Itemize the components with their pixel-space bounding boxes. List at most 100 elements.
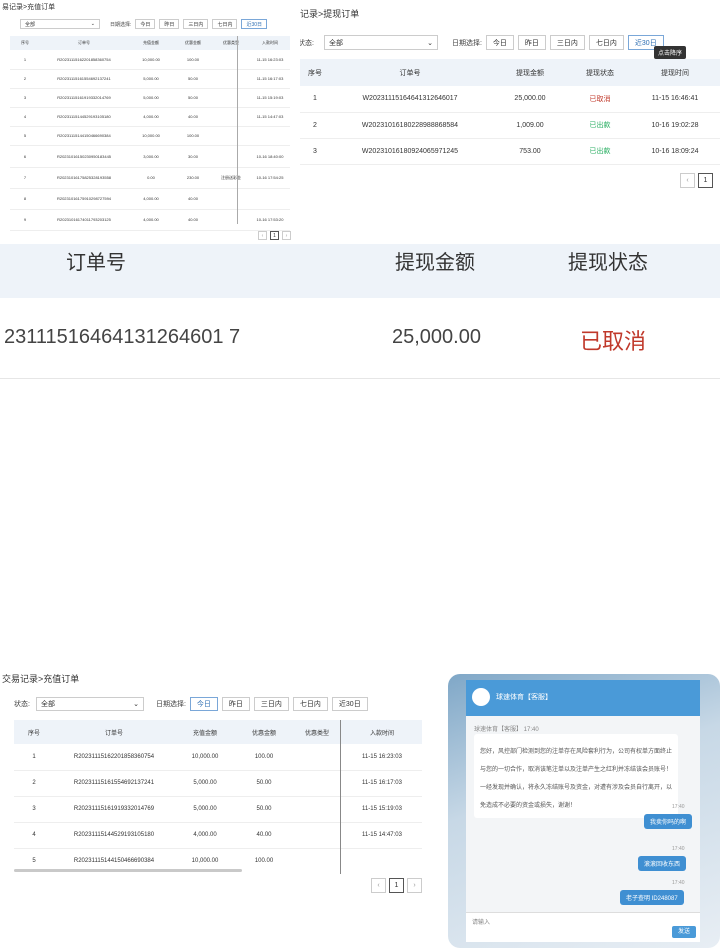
cell: 2 xyxy=(300,112,330,139)
cell: 1,009.00 xyxy=(490,112,570,139)
agent-message: 您好，风控部门检测到您的注单存在风险套利行为，公司有权单方面终止与您的一切合作，… xyxy=(474,734,678,818)
col-header-sortable[interactable]: 提现时间 xyxy=(630,59,720,86)
cell: 40.00 xyxy=(174,188,212,210)
cell: R20231115161919332014769 xyxy=(40,88,128,108)
cell: 3 xyxy=(300,138,330,165)
date-btn-3days[interactable]: 三日内 xyxy=(549,35,585,50)
col-header[interactable]: 订单号 xyxy=(40,36,128,50)
filter-bar: 全部 ⌄ 日期选择: 今日 昨日 三日内 七日内 近30日 xyxy=(20,19,268,29)
cell: 50.00 xyxy=(174,69,212,89)
col-header[interactable]: 优惠类型 xyxy=(212,36,250,50)
status-value: 全部 xyxy=(328,39,343,47)
col-header[interactable]: 订单号 xyxy=(54,720,174,744)
date-btn-today[interactable]: 今日 xyxy=(135,19,156,29)
date-btn-30days[interactable]: 近30日 xyxy=(241,19,268,29)
col-header[interactable]: 入款时间 xyxy=(342,720,422,744)
send-button[interactable]: 发送 xyxy=(672,926,696,938)
cell: 10,000.00 xyxy=(128,126,174,146)
date-btn-3days[interactable]: 三日内 xyxy=(183,19,209,29)
table-row: 4 R20231115144529193105180 4,000.00 40.00 11… xyxy=(14,822,422,849)
cell: 2 xyxy=(14,770,54,797)
col-header[interactable]: 入款时间 xyxy=(250,36,290,50)
prev-page-button[interactable]: ‹ xyxy=(258,231,267,240)
date-btn-today[interactable]: 今日 xyxy=(485,35,514,50)
col-header[interactable]: 优惠金额 xyxy=(236,720,292,744)
cell: 7 xyxy=(10,167,40,189)
cell: 40.00 xyxy=(236,822,292,849)
table-row: 3 W20231016180924065971245 753.00 已出款 10-16 … xyxy=(300,138,720,165)
chat-title: 球速体育【客服】 xyxy=(496,694,552,701)
cell: 4,000.00 xyxy=(128,188,174,210)
status-select[interactable]: 全部 ⌄ xyxy=(323,35,438,50)
page-1-button[interactable]: 1 xyxy=(389,878,404,893)
chat-input[interactable]: 请输入 xyxy=(466,912,700,942)
next-page-button[interactable]: › xyxy=(282,231,291,240)
next-page-button[interactable]: › xyxy=(407,878,422,893)
page-1-button[interactable]: 1 xyxy=(270,231,279,240)
cell: 4 xyxy=(14,822,54,849)
date-label: 日期选择: xyxy=(451,39,482,47)
zoom-status-cancelled: 已取消 xyxy=(580,329,647,354)
status-paid: 已出款 xyxy=(570,112,630,139)
cell: R20231115144529193105180 xyxy=(40,107,128,127)
col-header[interactable]: 序号 xyxy=(10,36,40,50)
cell: 3 xyxy=(14,796,54,823)
date-btn-yesterday[interactable]: 昨日 xyxy=(221,697,250,711)
cell xyxy=(292,848,342,874)
date-btn-7days[interactable]: 七日内 xyxy=(292,697,328,711)
page-1-button[interactable]: 1 xyxy=(698,173,713,188)
col-header[interactable]: 订单号 xyxy=(330,59,490,86)
col-header[interactable]: 充值金额 xyxy=(174,720,236,744)
pagination: ‹ 1 › xyxy=(371,878,422,893)
date-btn-7days[interactable]: 七日内 xyxy=(588,35,624,50)
cell: 5,000.00 xyxy=(174,770,236,797)
status-select[interactable]: 全部 ⌄ xyxy=(35,697,144,711)
breadcrumb: 交易记录>充值订单 xyxy=(2,674,80,684)
prev-page-button[interactable]: ‹ xyxy=(680,173,695,188)
col-header[interactable]: 充值金额 xyxy=(128,36,174,50)
cell: 4 xyxy=(10,107,40,127)
col-header[interactable]: 序号 xyxy=(300,59,330,86)
date-btn-7days[interactable]: 七日内 xyxy=(212,19,238,29)
cell: 9 xyxy=(10,209,40,231)
cell xyxy=(212,88,250,108)
date-label: 日期选择: xyxy=(155,701,186,708)
date-btn-3days[interactable]: 三日内 xyxy=(253,697,289,711)
status-select[interactable]: 全部 ⌄ xyxy=(20,19,100,29)
cell xyxy=(212,145,250,168)
horizontal-scrollbar[interactable] xyxy=(14,869,242,872)
time-2: 17:40 xyxy=(672,846,685,852)
cell: R20231115144529193105180 xyxy=(54,822,174,849)
col-header[interactable]: 优惠类型 xyxy=(292,720,342,744)
date-btn-yesterday[interactable]: 昨日 xyxy=(159,19,180,29)
cell xyxy=(250,126,290,146)
col-header[interactable]: 提现状态 xyxy=(570,59,630,86)
date-btn-today[interactable]: 今日 xyxy=(189,697,218,711)
cell: 30.00 xyxy=(174,145,212,168)
prev-page-button[interactable]: ‹ xyxy=(371,878,386,893)
cell: 11-15 16:23:03 xyxy=(342,744,422,771)
status-label: 状态: xyxy=(300,39,314,47)
status-label: 状态: xyxy=(14,701,30,708)
cell xyxy=(212,50,250,70)
col-header[interactable]: 提现金额 xyxy=(490,59,570,86)
col-header[interactable]: 优惠金额 xyxy=(174,36,212,50)
table-row: 1 R20231115162201858360754 10,000.00 100.00… xyxy=(14,744,422,771)
cell xyxy=(212,126,250,146)
cell: 1 xyxy=(14,744,54,771)
date-btn-yesterday[interactable]: 昨日 xyxy=(517,35,546,50)
chat-header: 球速体育【客服】 xyxy=(466,680,700,716)
cell: 注册送彩金 xyxy=(212,167,250,189)
cell: 5 xyxy=(10,126,40,146)
recharge-table-small: 序号 订单号 充值金额 优惠金额 优惠类型 入款时间 1 R20231115162… xyxy=(10,36,290,231)
table-row: 1 R20231115162201858360754 10,000.00 100.00… xyxy=(10,50,290,70)
cell: 1 xyxy=(300,86,330,113)
cell: R20231115161919332014769 xyxy=(54,796,174,823)
breadcrumb: 易记录>充值订单 xyxy=(2,4,56,11)
cell: 4,000.00 xyxy=(128,107,174,127)
cell: 10-16 19:02:28 xyxy=(630,112,720,139)
date-btn-30days[interactable]: 近30日 xyxy=(331,697,368,711)
col-header[interactable]: 序号 xyxy=(14,720,54,744)
cell: 11-15 16:17:03 xyxy=(250,69,290,89)
table-row: 6 R20231016150230950183445 3,000.00 30.00 10… xyxy=(10,145,290,168)
